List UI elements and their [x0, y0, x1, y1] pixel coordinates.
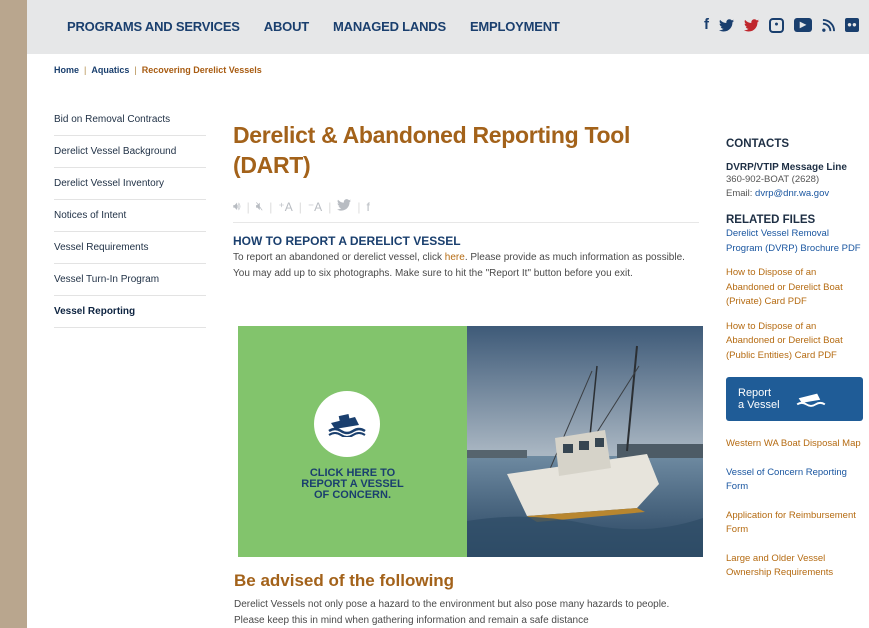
contact-email-label: Email: [726, 188, 756, 199]
sidebar-item-derelict-vessel-background[interactable]: Derelict Vessel Background [54, 136, 206, 168]
facebook-icon[interactable]: f [366, 200, 369, 214]
toolbar-divider: | [246, 199, 250, 214]
page-toolbar: 🔊︎ | 🔇︎ | ⁺A | ⁻A | | f [233, 197, 699, 223]
report-button-line-1: Report [738, 387, 772, 399]
twitter-icon[interactable] [337, 199, 352, 214]
sidebar-item-vessel-requirements[interactable]: Vessel Requirements [54, 232, 206, 264]
sidebar-item-derelict-vessel-inventory[interactable]: Derelict Vessel Inventory [54, 168, 206, 200]
link-reimbursement-form[interactable]: Application for Reimbursement Form [726, 509, 866, 538]
instagram-icon[interactable]: ● [769, 17, 784, 33]
sidebar-item-bid-on-removal-contracts[interactable]: Bid on Removal Contracts [54, 104, 206, 136]
advised-heading: Be advised of the following [234, 571, 455, 590]
contact-name: DVRP/VTIP Message Line [726, 162, 847, 173]
sidebar-item-notices-of-intent[interactable]: Notices of Intent [54, 200, 206, 232]
link-ownership-requirements[interactable]: Large and Older Vessel Ownership Require… [726, 552, 866, 581]
sinking-boat-icon [796, 393, 825, 407]
page: PROGRAMS AND SERVICES ABOUT MANAGED LAND… [27, 0, 869, 628]
breadcrumb-current[interactable]: Recovering Derelict Vessels [142, 65, 262, 75]
font-increase-icon[interactable]: ⁺A [278, 200, 292, 214]
contact-email-link[interactable]: dvrp@dnr.wa.gov [755, 188, 829, 199]
main-content: Derelict & Abandoned Reporting Tool (DAR… [233, 120, 699, 281]
breadcrumb-home[interactable]: Home [54, 65, 79, 75]
toolbar-divider: | [298, 199, 302, 214]
report-button-line-2: a Vessel [738, 399, 780, 411]
breadcrumb: Home | Aquatics | Recovering Derelict Vessel… [54, 65, 262, 75]
page-title: Derelict & Abandoned Reporting Tool (DAR… [233, 122, 631, 178]
breadcrumb-aquatics[interactable]: Aquatics [91, 65, 129, 75]
sinking-boat-photo [467, 326, 703, 557]
top-nav: PROGRAMS AND SERVICES ABOUT MANAGED LAND… [27, 0, 869, 54]
nav-about[interactable]: ABOUT [264, 19, 309, 34]
report-a-vessel-button[interactable]: Report a Vessel [726, 377, 863, 421]
nav-links: PROGRAMS AND SERVICES ABOUT MANAGED LAND… [67, 19, 560, 34]
banner-cta: CLICK HERE TO REPORT A VESSEL OF CONCERN… [238, 468, 467, 501]
font-decrease-icon[interactable]: ⁻A [308, 200, 322, 214]
report-text-before: To report an abandoned or derelict vesse… [233, 252, 445, 263]
toolbar-divider: | [357, 199, 361, 214]
link-vessel-of-concern-form[interactable]: Vessel of Concern Reporting Form [726, 466, 866, 495]
sidebar-item-vessel-reporting[interactable]: Vessel Reporting [54, 296, 206, 328]
related-file-public-card[interactable]: How to Dispose of an Abandoned or Dereli… [726, 320, 866, 364]
related-file-private-card[interactable]: How to Dispose of an Abandoned or Dereli… [726, 266, 866, 310]
report-here-link[interactable]: here [445, 252, 465, 263]
contacts-heading: CONTACTS [726, 138, 790, 150]
social-links: f ● ▶ ●● [704, 16, 859, 34]
audio-on-icon[interactable]: 🔊︎ [233, 199, 241, 214]
toolbar-divider: | [269, 199, 273, 214]
nav-programs-and-services[interactable]: PROGRAMS AND SERVICES [67, 19, 240, 34]
banner-cta-line-3: OF CONCERN. [314, 489, 391, 501]
banner-logo-circle [314, 391, 380, 457]
rss-icon[interactable] [822, 18, 835, 32]
pinterest-icon[interactable] [744, 18, 759, 32]
related-file-dvrp-brochure[interactable]: Derelict Vessel Removal Program (DVRP) B… [726, 227, 866, 256]
banner-green-panel: CLICK HERE TO REPORT A VESSEL OF CONCERN… [238, 326, 467, 557]
youtube-icon[interactable]: ▶ [794, 18, 812, 32]
toolbar-divider: | [328, 199, 332, 214]
nav-employment[interactable]: EMPLOYMENT [470, 19, 560, 34]
sidebar-item-vessel-turn-in-program[interactable]: Vessel Turn-In Program [54, 264, 206, 296]
nav-managed-lands[interactable]: MANAGED LANDS [333, 19, 446, 34]
breadcrumb-separator: | [134, 65, 137, 75]
report-vessel-banner[interactable]: CLICK HERE TO REPORT A VESSEL OF CONCERN… [238, 326, 703, 557]
link-western-wa-boat-disposal-map[interactable]: Western WA Boat Disposal Map [726, 437, 866, 452]
flickr-icon[interactable]: ●● [845, 18, 859, 32]
advised-text: Derelict Vessels not only pose a hazard … [234, 599, 670, 626]
sinking-boat-icon [328, 414, 366, 437]
report-heading: HOW TO REPORT A DERELICT VESSEL [233, 234, 461, 248]
facebook-icon[interactable]: f [704, 16, 709, 34]
right-sidebar: CONTACTS DVRP/VTIP Message Line 360-902-… [726, 138, 866, 581]
related-files-heading: RELATED FILES [726, 214, 816, 226]
side-nav: Bid on Removal Contracts Derelict Vessel… [54, 104, 206, 328]
report-instructions: To report an abandoned or derelict vesse… [233, 250, 699, 281]
twitter-icon[interactable] [719, 18, 734, 32]
contact-phone: 360-902-BOAT (2628) [726, 174, 820, 185]
breadcrumb-separator: | [84, 65, 87, 75]
report-button-label: Report a Vessel [738, 387, 780, 411]
contact-email-row: Email: dvrp@dnr.wa.gov [726, 187, 866, 201]
audio-off-icon[interactable]: 🔇︎ [256, 199, 264, 214]
